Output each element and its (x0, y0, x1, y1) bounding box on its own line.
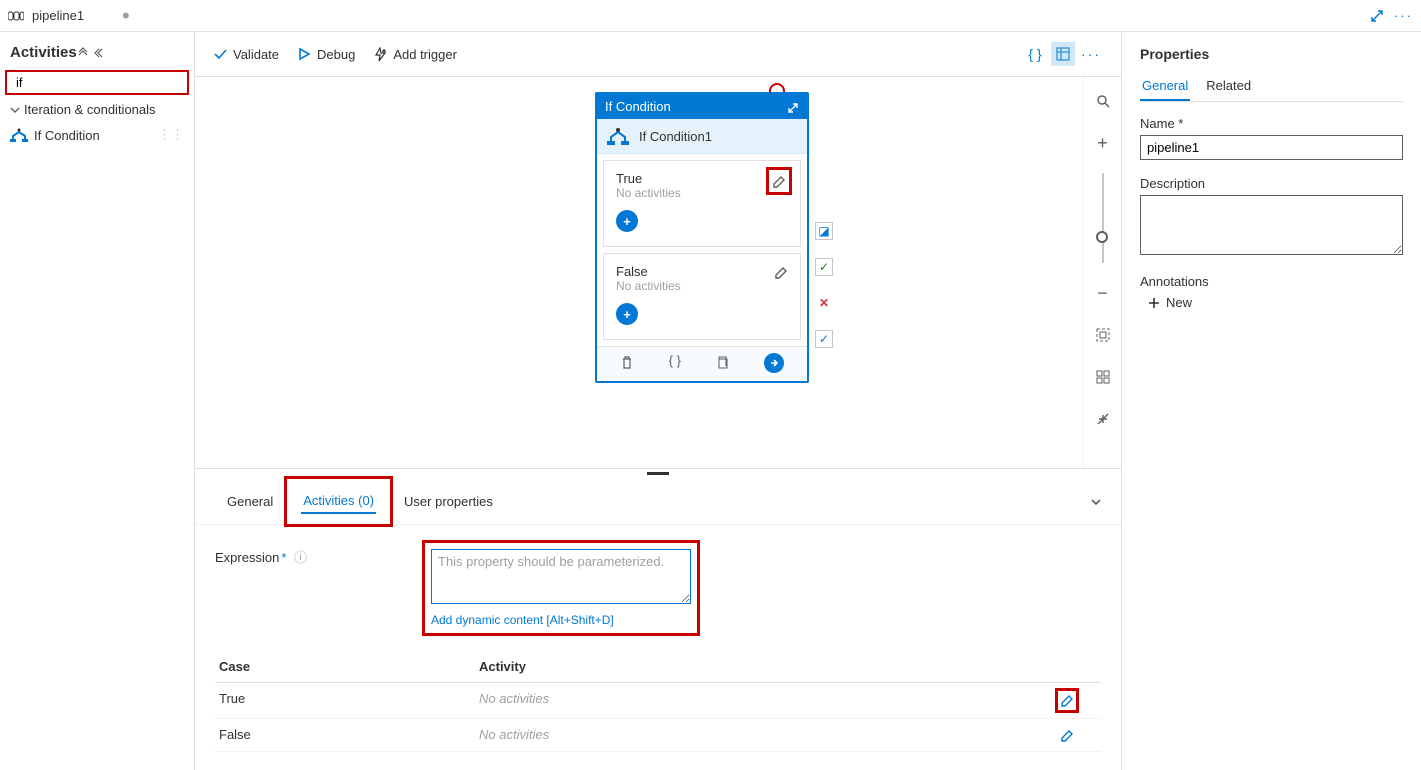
true-branch-label: True (616, 171, 681, 186)
more-icon[interactable]: ··· (1394, 8, 1413, 24)
add-dynamic-content-link[interactable]: Add dynamic content [Alt+Shift+D] (431, 613, 691, 627)
delete-icon[interactable] (620, 353, 634, 373)
edit-case-false-icon[interactable] (1060, 727, 1074, 743)
badge-neutral-icon[interactable]: ◪ (815, 222, 833, 240)
pipeline-title: pipeline1 (32, 8, 84, 23)
layout-guide-icon[interactable] (1091, 365, 1115, 389)
next-icon[interactable] (764, 353, 784, 373)
badge-success-icon[interactable]: ✓ (815, 258, 833, 276)
tab-general[interactable]: General (213, 484, 287, 519)
activity-if-condition[interactable]: If Condition ⋮⋮ (6, 121, 188, 149)
more-options-icon[interactable]: ··· (1079, 42, 1103, 66)
search-input-wrap[interactable] (6, 71, 188, 94)
search-input[interactable] (16, 75, 192, 90)
info-icon[interactable]: ⓘ (294, 550, 307, 565)
zoom-slider-knob[interactable] (1096, 231, 1108, 243)
node-header-label: If Condition (605, 99, 671, 114)
pipeline-tab[interactable]: pipeline1 • (8, 8, 130, 23)
add-trigger-button[interactable]: Add trigger (373, 47, 457, 62)
prop-tab-general[interactable]: General (1140, 72, 1190, 101)
badge-error-icon[interactable]: ✕ (815, 294, 833, 312)
name-input[interactable] (1140, 135, 1403, 160)
description-label: Description (1140, 176, 1403, 191)
node-code-icon[interactable]: { } (669, 353, 681, 373)
collapse-canvas-icon[interactable] (1091, 407, 1115, 431)
canvas-search-icon[interactable] (1091, 89, 1115, 113)
case-true: True (219, 691, 479, 711)
table-row: True No activities (215, 683, 1101, 720)
expand-icon[interactable] (1370, 8, 1384, 24)
plus-icon (1148, 297, 1160, 309)
zoom-in-icon[interactable]: + (1091, 131, 1115, 155)
validate-button[interactable]: Validate (213, 47, 279, 62)
case-false: False (219, 727, 479, 743)
unsaved-dot-icon: • (122, 12, 130, 20)
edit-true-icon[interactable] (770, 171, 788, 191)
chevron-down-icon (10, 105, 20, 115)
collapse-all-icon[interactable] (77, 47, 105, 59)
drag-handle-icon[interactable]: ⋮⋮ (158, 127, 184, 143)
panel-resize-handle[interactable] (195, 469, 1121, 479)
code-icon[interactable]: { } (1023, 42, 1047, 66)
collapse-panel-icon[interactable] (1089, 494, 1103, 510)
tab-user-properties[interactable]: User properties (390, 484, 507, 519)
edit-false-icon[interactable] (774, 264, 788, 280)
annotations-label: Annotations (1140, 274, 1403, 289)
description-input[interactable] (1140, 195, 1403, 255)
debug-button[interactable]: Debug (297, 47, 355, 62)
node-title: If Condition1 (639, 129, 712, 144)
activities-header: Activities (6, 40, 188, 71)
name-label: Name * (1140, 116, 1403, 131)
add-true-activity-button[interactable]: + (616, 210, 638, 232)
pipeline-icon (8, 10, 24, 22)
fit-screen-icon[interactable] (1091, 323, 1115, 347)
true-branch-sub: No activities (616, 186, 681, 200)
node-expand-icon[interactable] (787, 99, 799, 114)
canvas[interactable]: If Condition If Condition1 (195, 77, 1083, 468)
false-branch-label: False (616, 264, 681, 279)
col-case: Case (219, 659, 479, 674)
properties-title: Properties (1140, 46, 1403, 62)
if-condition-node[interactable]: If Condition If Condition1 (595, 92, 809, 383)
add-false-activity-button[interactable]: + (616, 303, 638, 325)
col-activity: Activity (479, 659, 1037, 674)
expression-label: Expression* ⓘ (215, 543, 395, 566)
case-false-activity: No activities (479, 727, 1037, 743)
edit-case-true-icon[interactable] (1058, 691, 1076, 711)
tab-activities[interactable]: Activities (0) (301, 489, 376, 514)
false-branch-sub: No activities (616, 279, 681, 293)
section-iteration[interactable]: Iteration & conditionals (6, 94, 188, 121)
if-condition-icon (10, 128, 28, 142)
badge-check-icon[interactable]: ✓ (815, 330, 833, 348)
case-true-activity: No activities (479, 691, 1037, 711)
zoom-out-icon[interactable]: − (1091, 281, 1115, 305)
zoom-slider[interactable] (1102, 173, 1104, 263)
layout-icon[interactable] (1051, 42, 1075, 66)
prop-tab-related[interactable]: Related (1204, 72, 1253, 101)
activity-label: If Condition (34, 128, 100, 143)
table-row: False No activities (215, 719, 1101, 752)
copy-icon[interactable] (715, 353, 729, 373)
if-condition-icon (607, 127, 629, 145)
expression-input[interactable] (431, 549, 691, 604)
new-annotation-button[interactable]: New (1148, 295, 1403, 310)
